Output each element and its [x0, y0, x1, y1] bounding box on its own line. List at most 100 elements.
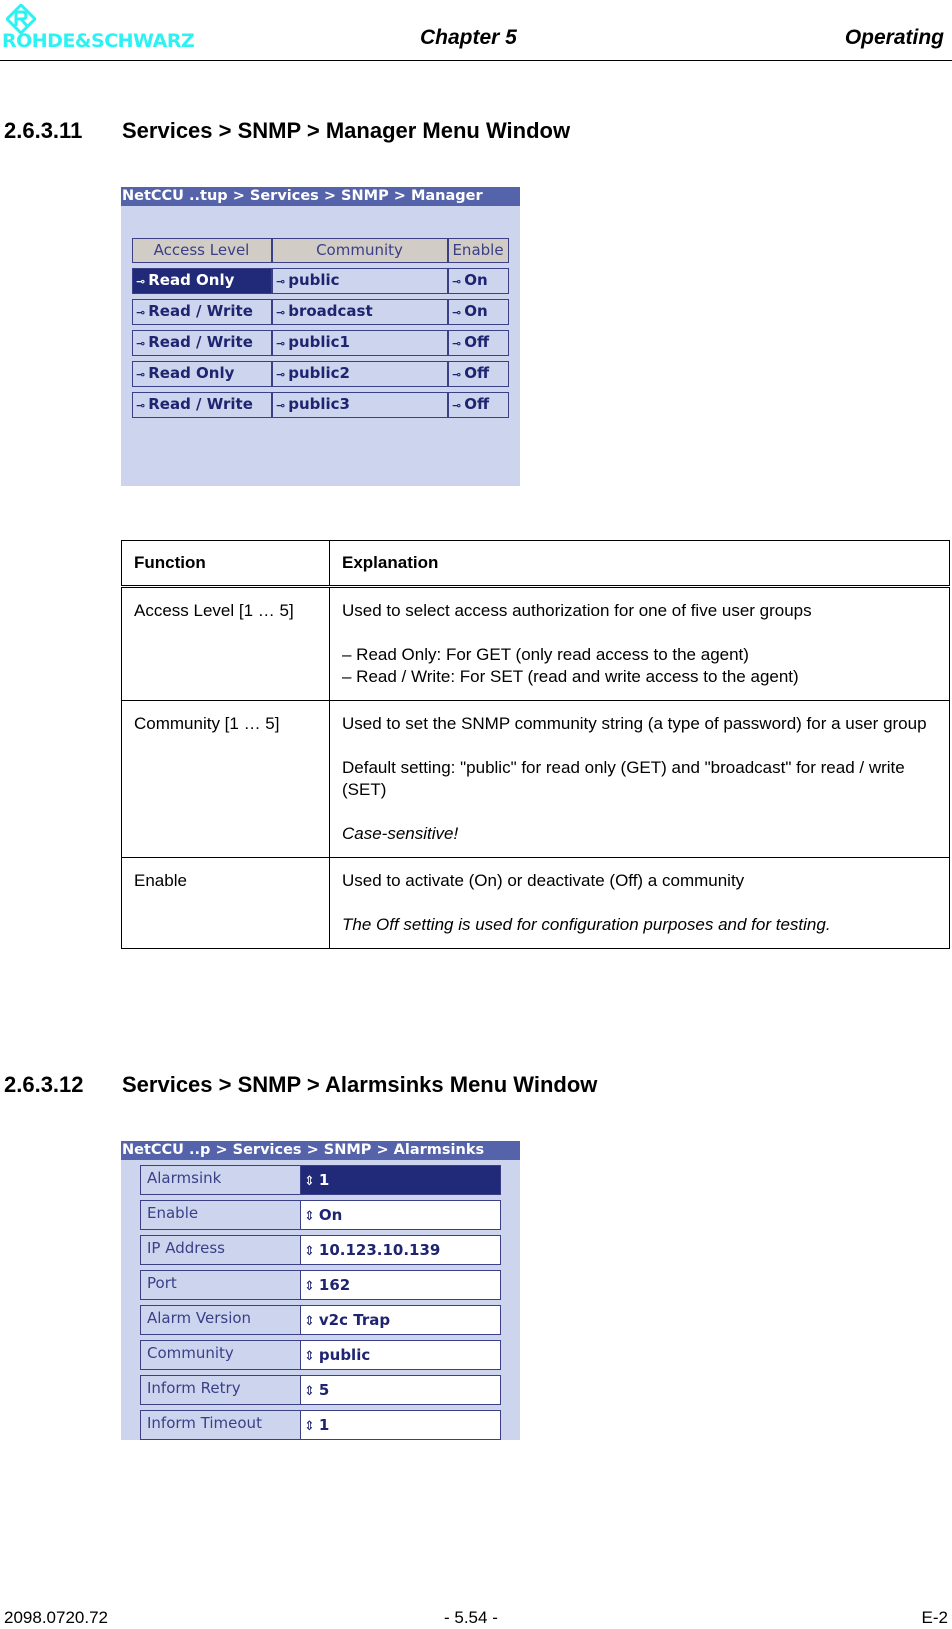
footer-edition: E-2 — [921, 1608, 948, 1627]
table-row: Community [1 … 5] Used to set the SNMP co… — [121, 700, 950, 858]
explanation-line: The Off setting is used for configuratio… — [342, 915, 831, 934]
enable-cell-value: On — [464, 271, 488, 289]
community-cell[interactable]: ⊸ public3 — [272, 392, 448, 418]
field-value: 10.123.10.139 — [318, 1241, 441, 1259]
field-value: 162 — [318, 1276, 351, 1294]
page-header: ROHDE&SCHWARZ Chapter 5 Operating — [0, 0, 952, 62]
manager-grid: Access Level Community Enable ⊸ Read Only… — [132, 233, 509, 423]
field-label: Inform Timeout — [140, 1410, 300, 1440]
field-value-spinner[interactable]: ⇕ v2c Trap — [300, 1305, 501, 1335]
function-cell: Enable — [121, 857, 330, 949]
enable-cell[interactable]: ⊸ On — [448, 268, 509, 294]
field-value: 1 — [318, 1416, 330, 1434]
community-cell[interactable]: ⊸ broadcast — [272, 299, 448, 325]
field-value-spinner[interactable]: ⇕ On — [300, 1200, 501, 1230]
field-label: IP Address — [140, 1235, 300, 1265]
function-cell: Community [1 … 5] — [121, 700, 330, 858]
field-value: 5 — [318, 1381, 330, 1399]
explanation-line: Used to set the SNMP community string (a… — [342, 714, 927, 733]
section-number: 2.6.3.12 — [4, 1072, 84, 1097]
enable-cell[interactable]: ⊸ On — [448, 299, 509, 325]
window-title-bar: NetCCU ..p > Services > SNMP > Alarmsink… — [121, 1141, 520, 1160]
field-value-spinner[interactable]: ⇕ 5 — [300, 1375, 501, 1405]
form-row: Inform Timeout ⇕ 1 — [140, 1410, 501, 1440]
enable-cell-value: Off — [464, 395, 490, 413]
field-value-spinner[interactable]: ⇕ 1 — [300, 1165, 501, 1195]
section-title: Services > SNMP > Manager Menu Window — [122, 118, 571, 143]
field-value-spinner[interactable]: ⇕ public — [300, 1340, 501, 1370]
enable-cell-value: Off — [464, 364, 490, 382]
logo-text: ROHDE&SCHWARZ — [2, 30, 195, 52]
access-level-cell[interactable]: ⊸ Read / Write — [132, 299, 272, 325]
field-value: 1 — [318, 1171, 330, 1189]
community-cell[interactable]: ⊸ public1 — [272, 330, 448, 356]
field-label: Alarm Version — [140, 1305, 300, 1335]
enable-cell-value: On — [464, 302, 488, 320]
explanation-cell: Used to select access authorization for … — [329, 586, 950, 701]
key-icon: ⊸ — [136, 399, 146, 412]
key-icon: ⊸ — [452, 368, 462, 381]
up-down-spinner-icon: ⇕ — [304, 1419, 315, 1434]
access-level-cell-value: Read / Write — [148, 333, 253, 351]
key-icon: ⊸ — [452, 337, 462, 350]
enable-cell[interactable]: ⊸ Off — [448, 330, 509, 356]
key-icon: ⊸ — [276, 275, 286, 288]
field-value-spinner[interactable]: ⇕ 1 — [300, 1410, 501, 1440]
community-cell-value: public2 — [288, 364, 350, 382]
field-label: Port — [140, 1270, 300, 1300]
access-level-cell[interactable]: ⊸ Read Only — [132, 361, 272, 387]
function-cell: Access Level [1 … 5] — [121, 586, 330, 701]
community-cell-value: broadcast — [288, 302, 373, 320]
access-level-cell-value: Read Only — [148, 271, 235, 289]
field-value: v2c Trap — [318, 1311, 391, 1329]
access-level-cell[interactable]: ⊸ Read / Write — [132, 330, 272, 356]
up-down-spinner-icon: ⇕ — [304, 1314, 315, 1329]
table-row: Enable Used to activate (On) or deactivat… — [121, 857, 950, 949]
field-value-spinner[interactable]: ⇕ 10.123.10.139 — [300, 1235, 501, 1265]
column-header-enable: Enable — [448, 238, 509, 263]
form-row: Enable ⇕ On — [140, 1200, 501, 1230]
key-icon: ⊸ — [136, 368, 146, 381]
form-row: Alarm Version ⇕ v2c Trap — [140, 1305, 501, 1335]
community-cell[interactable]: ⊸ public2 — [272, 361, 448, 387]
community-cell[interactable]: ⊸ public — [272, 268, 448, 294]
access-level-cell-value: Read / Write — [148, 302, 253, 320]
up-down-spinner-icon: ⇕ — [304, 1349, 315, 1364]
form-row: IP Address ⇕ 10.123.10.139 — [140, 1235, 501, 1265]
section-label: Operating — [844, 26, 944, 49]
key-icon: ⊸ — [276, 399, 286, 412]
explanation-line: Used to select access authorization for … — [342, 601, 812, 620]
key-icon: ⊸ — [452, 275, 462, 288]
up-down-spinner-icon: ⇕ — [304, 1174, 315, 1189]
table-row: Access Level [1 … 5] Used to select acces… — [121, 586, 950, 701]
key-icon: ⊸ — [276, 368, 286, 381]
up-down-spinner-icon: ⇕ — [304, 1209, 315, 1224]
explanation-line: Default setting: "public" for read only … — [342, 758, 905, 799]
access-level-cell-value: Read / Write — [148, 395, 253, 413]
header-explanation: Explanation — [329, 540, 950, 588]
field-value-spinner[interactable]: ⇕ 162 — [300, 1270, 501, 1300]
field-label: Alarmsink — [140, 1165, 300, 1195]
enable-cell[interactable]: ⊸ Off — [448, 361, 509, 387]
form-row: Alarmsink ⇕ 1 — [140, 1165, 501, 1195]
explanation-cell: Used to set the SNMP community string (a… — [329, 700, 950, 858]
community-cell-value: public3 — [288, 395, 350, 413]
explanation-line: – Read Only: For GET (only read access t… — [342, 645, 749, 664]
header-divider — [0, 60, 952, 61]
grid-header-row: Access Level Community Enable — [132, 238, 509, 263]
key-icon: ⊸ — [136, 337, 146, 350]
access-level-cell[interactable]: ⊸ Read Only — [132, 268, 272, 294]
key-icon: ⊸ — [136, 275, 146, 288]
access-level-cell[interactable]: ⊸ Read / Write — [132, 392, 272, 418]
up-down-spinner-icon: ⇕ — [304, 1279, 315, 1294]
form-row: Community ⇕ public — [140, 1340, 501, 1370]
grid-row: ⊸ Read Only ⊸ public ⊸ On — [132, 268, 509, 294]
window-title-bar: NetCCU ..tup > Services > SNMP > Manager — [121, 187, 520, 206]
grid-row: ⊸ Read Only ⊸ public2 ⊸ Off — [132, 361, 509, 387]
alarmsinks-menu-window: NetCCU ..p > Services > SNMP > Alarmsink… — [121, 1141, 520, 1440]
enable-cell[interactable]: ⊸ Off — [448, 392, 509, 418]
function-explanation-table: Function Explanation Access Level [1 … 5… — [121, 540, 950, 949]
explanation-line: Used to activate (On) or deactivate (Off… — [342, 871, 745, 890]
section-number: 2.6.3.11 — [4, 118, 83, 143]
grid-row: ⊸ Read / Write ⊸ public1 ⊸ Off — [132, 330, 509, 356]
